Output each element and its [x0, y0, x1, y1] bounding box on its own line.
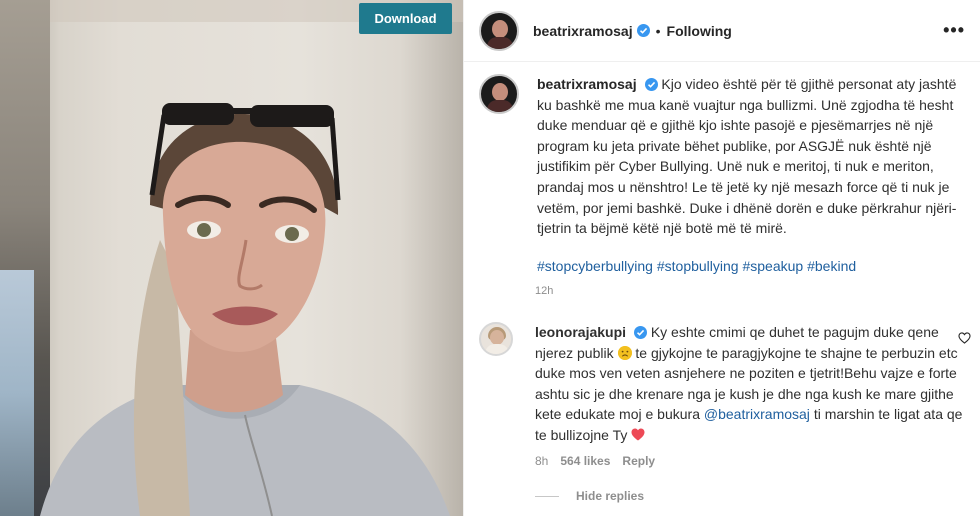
- caption-body: Kjo video është për të gjithë personat a…: [537, 76, 957, 237]
- comment-text-block: leonorajakupi Ky eshte cmimi qe duhet te…: [535, 322, 965, 446]
- commenter-avatar[interactable]: [479, 322, 513, 356]
- hashtag-link[interactable]: #bekind: [807, 258, 856, 274]
- commenter-username[interactable]: leonorajakupi: [535, 324, 626, 340]
- download-button[interactable]: Download: [359, 3, 452, 34]
- more-options-icon[interactable]: •••: [943, 20, 965, 41]
- comment-meta: 8h 564 likes Reply: [535, 454, 655, 468]
- hashtag-list: #stopcyberbullying #stopbullying #speaku…: [537, 256, 967, 277]
- comment-timestamp[interactable]: 8h: [535, 454, 548, 468]
- mention-link[interactable]: @beatrixramosaj: [704, 406, 810, 422]
- caption-username[interactable]: beatrixramosaj: [537, 76, 637, 92]
- hashtag-link[interactable]: #stopbullying: [657, 258, 739, 274]
- reply-button[interactable]: Reply: [622, 454, 655, 468]
- divider-line: [535, 495, 559, 497]
- red-heart-emoji-icon: [631, 428, 645, 441]
- hide-replies-label: Hide replies: [576, 489, 645, 503]
- video-frame[interactable]: Download: [0, 0, 463, 516]
- hide-replies-button[interactable]: Hide replies: [535, 489, 644, 503]
- post-timestamp[interactable]: 12h: [535, 285, 553, 297]
- hashtag-link[interactable]: #stopcyberbullying: [537, 258, 653, 274]
- caption-text-block: beatrixramosaj Kjo video është për të gj…: [537, 74, 967, 276]
- woman-portrait: [40, 103, 450, 516]
- caption-author-avatar[interactable]: [479, 74, 519, 114]
- sad-face-emoji-icon: [617, 345, 632, 360]
- verified-badge-icon: [636, 24, 650, 37]
- post-header: beatrixramosaj • Following •••: [464, 0, 980, 62]
- comment-item: leonorajakupi Ky eshte cmimi qe duhet te…: [479, 322, 969, 446]
- hashtag-link[interactable]: #speakup: [742, 258, 803, 274]
- like-comment-heart-icon[interactable]: [958, 332, 971, 344]
- verified-badge-icon: [633, 326, 647, 339]
- separator-dot: •: [655, 22, 661, 39]
- post-caption: beatrixramosaj Kjo video është për të gj…: [479, 74, 969, 276]
- post-panel: beatrixramosaj • Following ••• beatrixra…: [463, 0, 980, 516]
- following-button[interactable]: Following: [667, 23, 732, 39]
- author-avatar[interactable]: [479, 10, 519, 51]
- author-username[interactable]: beatrixramosaj: [533, 23, 633, 39]
- comment-likes-count[interactable]: 564 likes: [560, 454, 610, 468]
- verified-badge-icon: [644, 78, 658, 91]
